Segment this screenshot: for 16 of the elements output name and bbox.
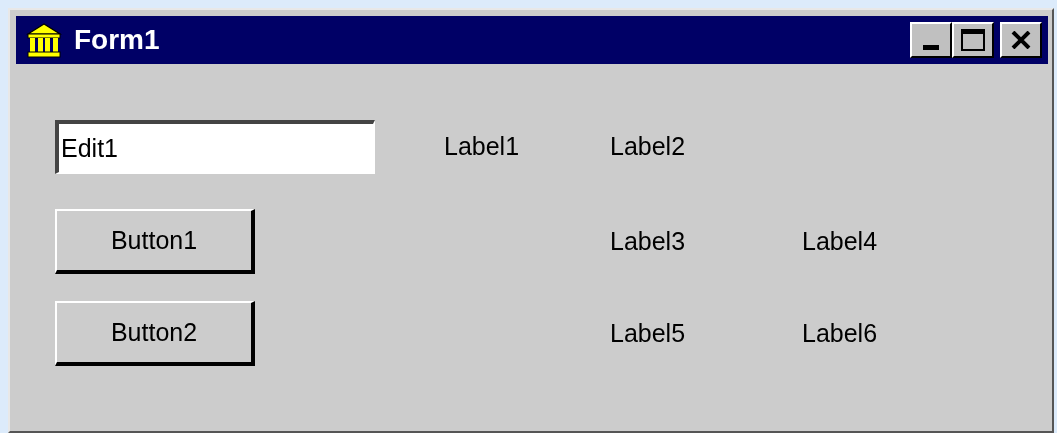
push-button[interactable]: Button2 [55, 301, 255, 366]
maximize-icon [961, 29, 985, 51]
form-label: Label1 [444, 131, 521, 163]
window-title: Form1 [74, 26, 160, 54]
form-label: Label5 [610, 317, 687, 349]
form-label: Label2 [610, 131, 687, 163]
minimize-button[interactable] [910, 22, 952, 58]
close-icon [1011, 31, 1031, 49]
text-field[interactable]: Edit1 [55, 120, 375, 174]
form-label: Label6 [802, 317, 879, 349]
minimize-icon [923, 44, 939, 50]
maximize-button[interactable] [952, 22, 994, 58]
form-label: Label3 [610, 225, 687, 257]
close-button[interactable] [1000, 22, 1042, 58]
form-label: Label4 [802, 225, 879, 257]
push-button[interactable]: Button1 [55, 209, 255, 274]
